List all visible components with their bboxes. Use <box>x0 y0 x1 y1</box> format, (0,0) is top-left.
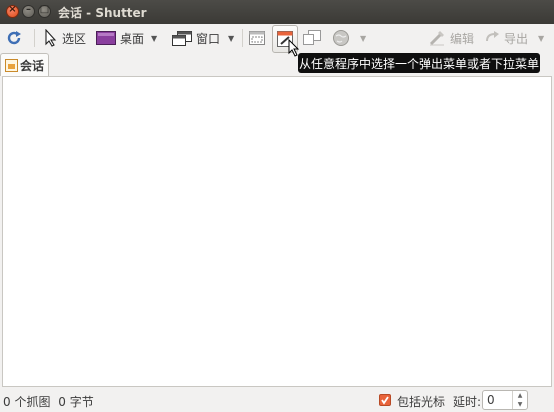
maximize-button[interactable]: □ <box>38 4 51 18</box>
desktop-button[interactable]: 桌面 <box>96 24 144 52</box>
maximize-icon: □ <box>39 4 50 15</box>
chevron-down-icon[interactable]: ▼ <box>513 400 527 409</box>
window-icon <box>172 31 192 46</box>
window-label: 窗口 <box>196 31 221 46</box>
mouse-cursor-icon <box>288 39 300 57</box>
window-button[interactable]: 窗口 <box>172 24 220 52</box>
export-label: 导出 <box>504 31 529 46</box>
tooltip-button[interactable] <box>303 24 321 52</box>
desktop-dropdown-arrow[interactable]: ▼ <box>151 34 157 43</box>
tab-session[interactable]: 会话 <box>0 53 49 76</box>
web-dropdown-arrow[interactable]: ▼ <box>360 34 366 43</box>
edit-icon <box>429 31 444 46</box>
selection-button[interactable]: 选区 <box>44 24 86 52</box>
edit-button[interactable]: 编辑 <box>428 24 474 52</box>
session-content-area[interactable] <box>2 76 552 387</box>
window-title: 会话 - Shutter <box>58 6 147 20</box>
toolbar-separator <box>242 29 243 47</box>
include-cursor-checkbox[interactable] <box>379 394 391 406</box>
minimize-button[interactable]: – <box>22 4 35 18</box>
checkmark-icon <box>381 396 389 405</box>
toolbar: 选区 桌面 ▼ 窗口 ▼ ▼ 编辑 导出 ▼ <box>0 24 554 53</box>
delay-label: 延时: <box>453 395 482 409</box>
chevron-up-icon[interactable]: ▲ <box>513 391 527 400</box>
status-counts: 0 个抓图 0 字节 <box>3 393 94 410</box>
globe-icon <box>333 30 349 46</box>
close-button[interactable]: × <box>6 4 19 18</box>
tooltip-icon <box>303 30 321 45</box>
tooltip-text: 从任意程序中选择一个弹出菜单或者下拉菜单 <box>298 56 539 71</box>
include-cursor-label: 包括光标 <box>397 395 446 409</box>
status-bar: 0 个抓图 0 字节 包括光标 延时: 0 ▲ ▼ <box>0 388 554 412</box>
section-button[interactable] <box>248 24 266 52</box>
desktop-icon <box>96 31 116 45</box>
cursor-arrow-icon <box>45 29 57 47</box>
export-button[interactable]: 导出 <box>484 24 528 52</box>
screenshots-count: 0 个抓图 <box>3 395 51 409</box>
export-dropdown-arrow[interactable]: ▼ <box>538 34 544 43</box>
edit-label: 编辑 <box>450 31 475 46</box>
close-icon: × <box>8 4 17 15</box>
web-button[interactable] <box>332 24 350 52</box>
desktop-label: 桌面 <box>120 31 145 46</box>
delay-value: 0 <box>487 393 495 407</box>
refresh-button[interactable] <box>5 24 23 52</box>
section-icon <box>249 31 265 45</box>
title-bar: × – □ 会话 - Shutter <box>0 0 554 24</box>
toolbar-separator <box>34 29 35 47</box>
selection-label: 选区 <box>62 31 87 46</box>
export-icon <box>486 31 499 42</box>
refresh-icon <box>7 31 21 45</box>
minimize-icon: – <box>26 4 31 15</box>
tab-session-label: 会话 <box>20 58 45 73</box>
delay-spinner[interactable]: 0 ▲ ▼ <box>482 390 528 410</box>
delay-stepper[interactable]: ▲ ▼ <box>512 391 527 409</box>
tooltip: 从任意程序中选择一个弹出菜单或者下拉菜单 <box>298 53 540 73</box>
window-dropdown-arrow[interactable]: ▼ <box>228 34 234 43</box>
session-icon <box>5 58 18 72</box>
bytes-count: 0 字节 <box>58 395 94 409</box>
